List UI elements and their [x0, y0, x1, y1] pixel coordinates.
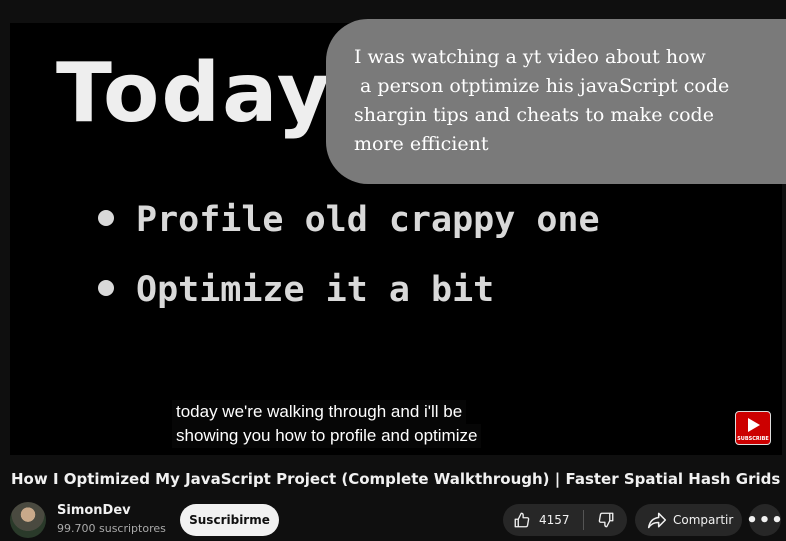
thumbs-up-icon — [513, 511, 531, 529]
watermark-label: SUBSCRIBE — [737, 436, 769, 442]
slide-bullet: Profile old crappy one — [98, 200, 600, 240]
bullet-dot — [98, 280, 114, 296]
channel-name[interactable]: SimonDev — [57, 503, 131, 518]
channel-watermark[interactable]: SUBSCRIBE — [735, 411, 771, 445]
slide-bullet: Optimize it a bit — [98, 270, 494, 310]
share-button[interactable]: Compartir — [635, 504, 742, 536]
thumbs-down-icon — [597, 511, 615, 529]
slide-heading: Today — [56, 46, 333, 141]
slide-bullet-text: Profile old crappy one — [136, 200, 600, 240]
bullet-dot — [98, 210, 114, 226]
like-button[interactable]: 4157 — [503, 504, 583, 536]
subscriber-count: 99.700 suscriptores — [57, 522, 166, 535]
like-count: 4157 — [539, 513, 570, 527]
caption-line: today we're walking through and i'll be — [172, 400, 467, 424]
slide-bullet-text: Optimize it a bit — [136, 270, 495, 310]
dislike-button[interactable] — [584, 504, 627, 536]
caption-line: showing you how to profile and optimize — [172, 424, 482, 448]
more-actions-button[interactable]: ••• — [746, 504, 784, 536]
play-icon — [748, 418, 760, 432]
share-arrow-icon — [647, 511, 667, 529]
subscribe-button[interactable]: Suscribirme — [180, 504, 279, 536]
share-label: Compartir — [673, 513, 734, 527]
like-dislike-group: 4157 — [503, 504, 627, 536]
overlay-comment-bubble: I was watching a yt video about how a pe… — [326, 19, 786, 184]
channel-avatar[interactable] — [10, 502, 46, 538]
video-title: How I Optimized My JavaScript Project (C… — [11, 470, 781, 488]
more-horizontal-icon: ••• — [746, 509, 784, 531]
closed-captions: today we're walking through and i'll be … — [172, 400, 482, 448]
